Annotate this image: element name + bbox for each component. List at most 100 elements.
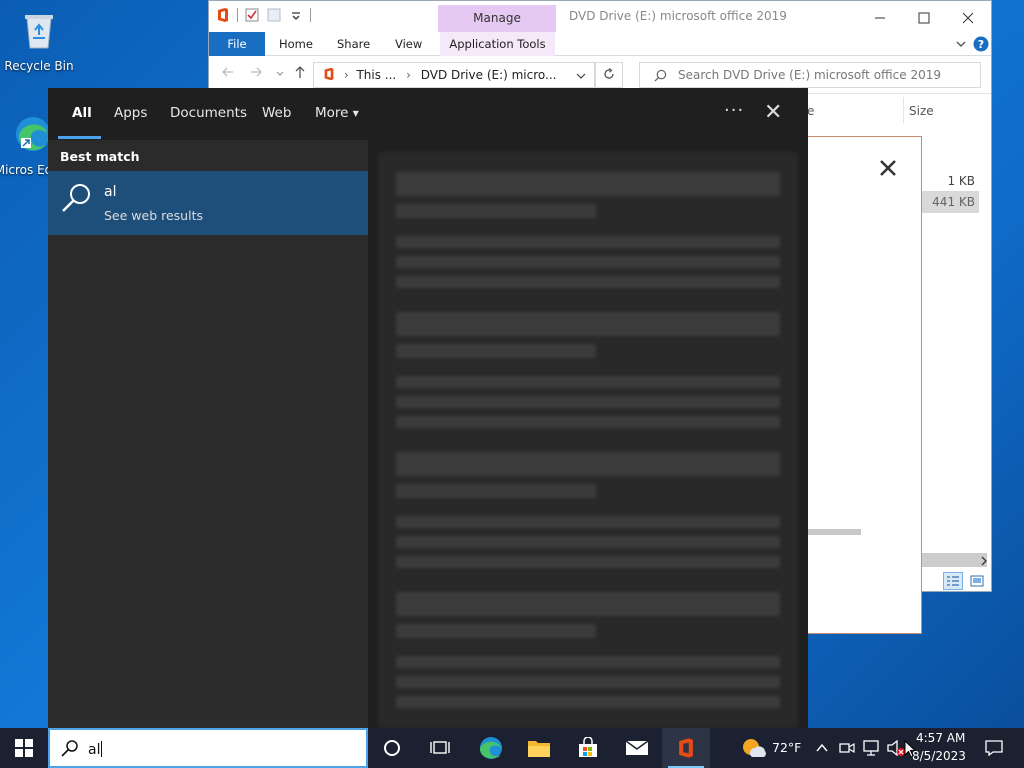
taskbar-edge[interactable] xyxy=(466,728,514,768)
search-icon xyxy=(62,184,90,212)
close-icon xyxy=(880,160,896,176)
mail-envelope-icon xyxy=(625,740,649,755)
manage-contextual-tab[interactable]: Manage xyxy=(438,5,556,32)
skeleton-line xyxy=(396,204,596,218)
refresh-button[interactable] xyxy=(595,62,623,88)
skeleton-line xyxy=(396,396,780,408)
task-view-button[interactable] xyxy=(416,728,464,768)
skeleton-line xyxy=(396,276,780,288)
help-icon[interactable]: ? xyxy=(973,36,989,52)
notification-icon xyxy=(985,740,1003,756)
skeleton-line xyxy=(396,536,780,548)
svg-text:?: ? xyxy=(978,38,984,51)
maximize-button[interactable] xyxy=(901,1,947,32)
breadcrumb-dvd-drive[interactable]: DVD Drive (E:) micro... xyxy=(421,68,557,82)
taskbar-mail[interactable] xyxy=(613,728,661,768)
skeleton-line xyxy=(396,656,780,668)
tab-application-tools[interactable]: Application Tools xyxy=(440,32,555,56)
tab-more[interactable]: More ▾ xyxy=(315,105,359,121)
search-scope-tabs: All Apps Documents Web More ▾ ··· ✕ xyxy=(48,88,808,140)
maximize-icon xyxy=(918,12,930,23)
action-center-button[interactable] xyxy=(976,728,1012,768)
recent-locations-button[interactable] xyxy=(275,67,285,83)
tab-web[interactable]: Web xyxy=(262,105,291,121)
show-hidden-icons-button[interactable] xyxy=(812,728,832,768)
volume-button[interactable] xyxy=(884,728,906,768)
skeleton-line xyxy=(396,344,596,358)
edge-browser-icon xyxy=(480,737,502,759)
address-bar[interactable]: › This ... › DVD Drive (E:) micro... xyxy=(313,62,595,88)
windows-logo-icon xyxy=(15,739,33,757)
tab-file[interactable]: File xyxy=(209,32,265,56)
explorer-title-bar: Manage DVD Drive (E:) microsoft office 2… xyxy=(209,1,991,32)
tab-home[interactable]: Home xyxy=(269,32,323,56)
volume-muted-icon xyxy=(887,740,905,756)
properties-checkmark-icon[interactable] xyxy=(244,7,260,23)
search-query-text[interactable]: al xyxy=(88,741,103,758)
details-view-button[interactable] xyxy=(943,572,963,590)
toolbar-separator xyxy=(237,8,238,22)
skeleton-line xyxy=(396,376,780,388)
taskbar: al 72°F 4:57 AM 8/5/2023 xyxy=(0,728,1024,768)
recycle-bin-icon xyxy=(25,15,53,49)
office-icon xyxy=(679,738,693,758)
skeleton-line xyxy=(396,556,780,568)
desktop-icon-recycle-bin[interactable]: Recycle Bin xyxy=(2,8,76,73)
scroll-right-icon[interactable] xyxy=(979,556,989,566)
forward-arrow-icon xyxy=(251,67,262,77)
customize-toolbar-dropdown-icon[interactable] xyxy=(288,7,304,23)
explorer-search-input[interactable]: Search DVD Drive (E:) microsoft office 2… xyxy=(639,62,981,88)
network-button[interactable] xyxy=(860,728,882,768)
large-icons-view-button[interactable] xyxy=(967,572,987,590)
store-bag-icon xyxy=(579,737,597,757)
search-icon xyxy=(654,69,667,82)
network-ethernet-icon xyxy=(863,740,879,756)
more-options-button[interactable]: ··· xyxy=(724,100,744,121)
clock-date: 8/5/2023 xyxy=(912,749,966,763)
taskbar-file-explorer[interactable] xyxy=(515,728,563,768)
minimize-button[interactable] xyxy=(857,1,903,32)
back-button[interactable] xyxy=(221,65,235,83)
camera-icon xyxy=(839,742,855,754)
breadcrumb-this-pc[interactable]: This ... xyxy=(356,68,396,82)
tab-documents[interactable]: Documents xyxy=(170,105,247,121)
meet-now-button[interactable] xyxy=(836,728,858,768)
taskbar-microsoft-store[interactable] xyxy=(564,728,612,768)
ribbon-expand-chevron-icon[interactable] xyxy=(955,38,967,50)
office-drive-icon xyxy=(324,67,334,81)
search-icon xyxy=(61,740,78,757)
skeleton-line xyxy=(396,592,780,616)
minimize-icon xyxy=(875,17,885,18)
best-match-result[interactable]: al See web results xyxy=(48,171,368,235)
forward-button[interactable] xyxy=(249,65,263,83)
edge-browser-icon xyxy=(16,117,50,151)
taskbar-office[interactable] xyxy=(662,728,710,768)
start-button[interactable] xyxy=(0,728,48,768)
column-header-size[interactable]: Size xyxy=(909,104,934,118)
skeleton-line xyxy=(396,516,780,528)
tab-all[interactable]: All xyxy=(72,105,92,121)
skeleton-line xyxy=(396,416,780,428)
quick-access-toolbar xyxy=(215,7,311,23)
taskbar-search-box[interactable]: al xyxy=(48,728,368,768)
result-subtitle: See web results xyxy=(104,208,203,223)
close-icon xyxy=(962,12,974,23)
new-folder-icon[interactable] xyxy=(266,7,282,23)
address-dropdown-icon[interactable] xyxy=(576,71,586,81)
file-size-cell: 1 KB xyxy=(947,174,975,188)
close-search-button[interactable]: ✕ xyxy=(764,100,782,125)
dialog-close-button[interactable] xyxy=(879,155,897,183)
column-header-name-partial[interactable]: e xyxy=(807,104,814,118)
file-size-cell: 441 KB xyxy=(932,195,975,209)
tab-apps[interactable]: Apps xyxy=(114,105,147,121)
close-window-button[interactable] xyxy=(945,1,991,32)
cortana-button[interactable] xyxy=(368,728,416,768)
dialog-progress-track xyxy=(807,529,861,535)
refresh-icon xyxy=(604,68,614,79)
horizontal-scrollbar[interactable] xyxy=(921,553,987,567)
up-button[interactable] xyxy=(293,65,307,83)
tab-share[interactable]: Share xyxy=(327,32,380,56)
skeleton-line xyxy=(396,452,780,476)
large-icons-view-icon xyxy=(970,575,984,587)
tab-view[interactable]: View xyxy=(385,32,432,56)
